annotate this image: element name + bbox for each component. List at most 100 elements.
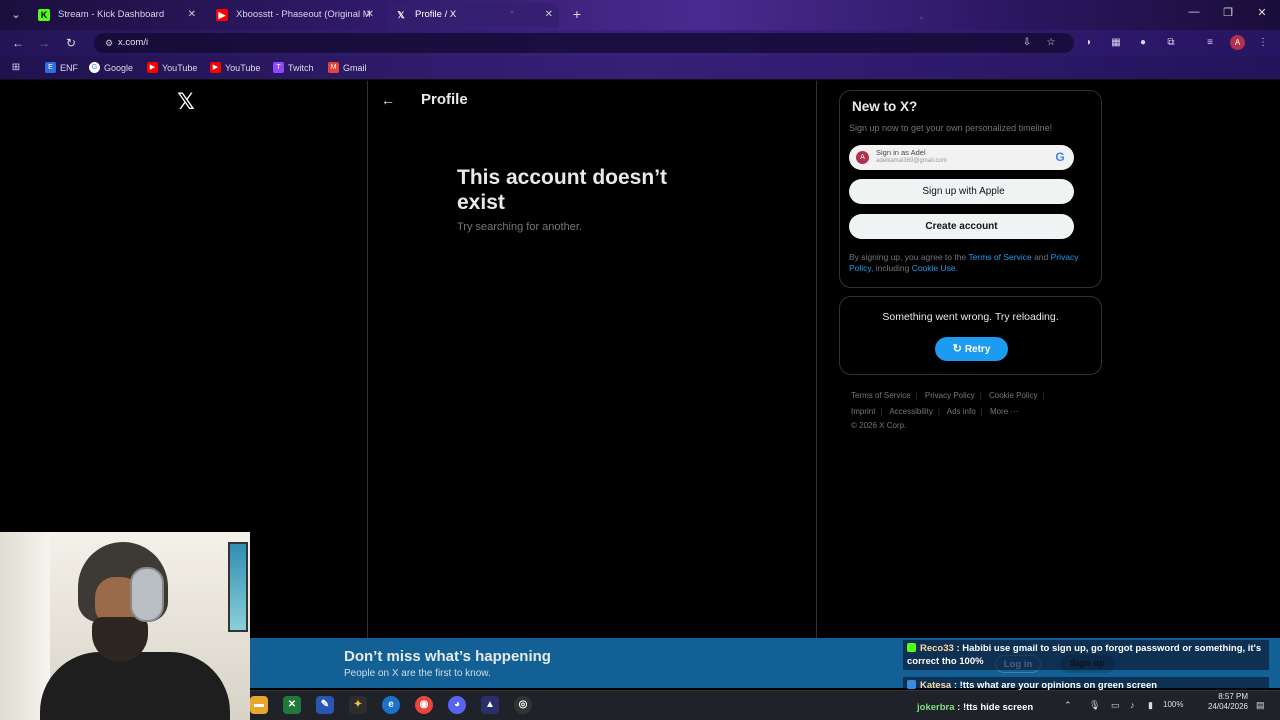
- terms-text: and: [1031, 252, 1051, 262]
- clock-date: 24/04/2026: [1207, 702, 1248, 711]
- footer-link[interactable]: Privacy Policy: [925, 391, 975, 400]
- banner-text: Don’t miss what’s happening People on X …: [344, 647, 551, 680]
- avatar: A: [856, 151, 869, 164]
- cookie-link[interactable]: Cookie Use: [912, 263, 956, 273]
- create-account-button[interactable]: Create account: [849, 214, 1074, 239]
- error-card: Something went wrong. Try reloading. ↻ Re…: [839, 296, 1102, 375]
- microphone-icon[interactable]: 🎙: [1089, 698, 1100, 712]
- google-icon: G: [1055, 150, 1065, 164]
- extension-icon[interactable]: ●: [1136, 36, 1150, 50]
- error-message: Something went wrong. Try reloading.: [882, 311, 1059, 323]
- bookmark-label: Twitch: [288, 63, 314, 73]
- url-field[interactable]: ⚙ x.com/i: [94, 33, 1074, 53]
- menu-icon[interactable]: ⋮: [1256, 36, 1270, 50]
- tab-kick[interactable]: K Stream - Kick Dashboard ✕: [30, 3, 202, 27]
- x-icon: 𝕏: [397, 10, 405, 20]
- footer-links: Terms of Service | Privacy Policy | Cookie…: [851, 388, 1101, 431]
- bookmark-youtube[interactable]: ▶ YouTube: [147, 56, 197, 80]
- maximize-icon[interactable]: ❐: [1218, 6, 1238, 19]
- battery-icon[interactable]: ▮: [1148, 698, 1153, 712]
- chat-user: Reco33: [920, 643, 954, 654]
- file-explorer-icon[interactable]: ▬: [250, 696, 268, 714]
- media-icon[interactable]: ≡: [1203, 36, 1217, 50]
- footer-link[interactable]: Imprint: [851, 407, 875, 416]
- app-icon[interactable]: ✎: [316, 696, 334, 714]
- tab-title: Xboosstt - Phaseout (Original M: [236, 9, 371, 20]
- chat-message: Reco33 : Habibi use gmail to sign up, go…: [903, 640, 1269, 670]
- extension-icon[interactable]: ▦: [1109, 36, 1123, 50]
- extension-icon[interactable]: ◗: [1082, 36, 1096, 50]
- bookmark-label: ENF: [60, 63, 78, 73]
- close-icon[interactable]: ✕: [188, 3, 196, 27]
- close-icon[interactable]: ✕: [366, 3, 374, 27]
- notification-icon[interactable]: ▤: [1256, 698, 1265, 712]
- close-icon[interactable]: ✕: [545, 3, 553, 27]
- page-title: Profile: [421, 91, 468, 108]
- volume-icon[interactable]: ♪: [1130, 698, 1135, 712]
- window-close-icon[interactable]: ✕: [1252, 6, 1272, 19]
- footer-link[interactable]: Ads info: [947, 407, 976, 416]
- profile-avatar[interactable]: A: [1230, 35, 1245, 50]
- back-arrow-icon[interactable]: ←: [380, 90, 396, 110]
- footer-link[interactable]: Terms of Service: [851, 391, 911, 400]
- apps-icon[interactable]: ⊞: [9, 61, 23, 75]
- footer-link[interactable]: More ···: [990, 407, 1018, 416]
- divider: |: [980, 407, 983, 416]
- google-icon: G: [89, 62, 100, 73]
- obs-icon[interactable]: ◎: [514, 696, 532, 714]
- divider: [367, 81, 368, 638]
- network-icon[interactable]: ▭: [1111, 698, 1120, 712]
- twitch-icon: T: [273, 62, 284, 73]
- badge-icon: [907, 680, 916, 689]
- google-account-email: adelkamal369@gmail.com: [876, 158, 947, 164]
- apple-signup-button[interactable]: Sign up with Apple: [849, 179, 1074, 204]
- edge-icon[interactable]: e: [382, 696, 400, 714]
- tab-search-icon[interactable]: ⌄: [8, 7, 24, 23]
- discord-icon[interactable]: ◕: [448, 696, 466, 714]
- site-info-icon[interactable]: ⚙: [102, 36, 116, 50]
- terms-link[interactable]: Terms of Service: [968, 252, 1031, 262]
- refresh-icon: ↻: [952, 343, 962, 355]
- bookmark-label: Google: [104, 63, 134, 73]
- terms-text: By signing up, you agree to the: [849, 252, 969, 262]
- chrome-icon[interactable]: ◉: [415, 696, 433, 714]
- star-icon[interactable]: ☆: [1044, 36, 1058, 50]
- bookmark-google[interactable]: G Google: [89, 56, 133, 80]
- tab-profile-x[interactable]: 𝕏 Profile / X ✕: [387, 3, 559, 27]
- chat-text: : !tts hide screen: [957, 702, 1034, 713]
- minimize-icon[interactable]: —: [1184, 6, 1204, 18]
- kick-icon: K: [38, 9, 50, 21]
- youtube-icon: ▶: [147, 62, 158, 73]
- x-logo-icon[interactable]: 𝕏: [174, 91, 198, 115]
- footer-link[interactable]: Accessibility: [889, 407, 933, 416]
- app-icon[interactable]: ▲: [481, 696, 499, 714]
- copilot-icon[interactable]: ✦: [349, 696, 367, 714]
- webcam-overlay: [0, 532, 250, 720]
- headphones-icon: [130, 567, 164, 622]
- divider: |: [880, 407, 883, 416]
- new-tab-icon[interactable]: +: [570, 6, 584, 22]
- bookmark-enf[interactable]: E ENF: [45, 56, 78, 80]
- taskbar: [250, 690, 1280, 720]
- google-signin-button[interactable]: A Sign in as Adel adelkamal369@gmail.com…: [849, 145, 1074, 170]
- bookmark-gmail[interactable]: M Gmail: [328, 56, 367, 80]
- tab-title: Profile / X: [415, 9, 457, 20]
- enf-icon: E: [45, 62, 56, 73]
- bookmarks-bar: ⊞ E ENF G Google ▶ YouTube ▶ YouTube T Twitch…: [0, 56, 1280, 80]
- reload-icon[interactable]: ↻: [63, 35, 79, 51]
- bookmark-youtube[interactable]: ▶ YouTube: [210, 56, 260, 80]
- error-title: This account doesn’t exist: [457, 166, 668, 214]
- chevron-up-icon[interactable]: ⌃: [1064, 698, 1072, 712]
- xbox-icon[interactable]: ✕: [283, 696, 301, 714]
- bookmark-twitch[interactable]: T Twitch: [273, 56, 314, 80]
- retry-button[interactable]: ↻ Retry: [935, 337, 1008, 361]
- forward-icon[interactable]: →: [36, 35, 52, 51]
- footer-link[interactable]: Cookie Policy: [989, 391, 1037, 400]
- back-icon[interactable]: ←: [10, 35, 26, 51]
- signup-terms: By signing up, you agree to the Terms of…: [849, 252, 1094, 274]
- install-icon[interactable]: ⇩: [1020, 36, 1034, 50]
- tab-youtube[interactable]: ▶ Xboosstt - Phaseout (Original M ✕: [208, 3, 380, 27]
- puzzle-icon[interactable]: ⧉: [1164, 36, 1178, 50]
- streamer-body: [40, 652, 230, 720]
- system-clock[interactable]: 8:57 PM 24/04/2026: [1196, 692, 1248, 712]
